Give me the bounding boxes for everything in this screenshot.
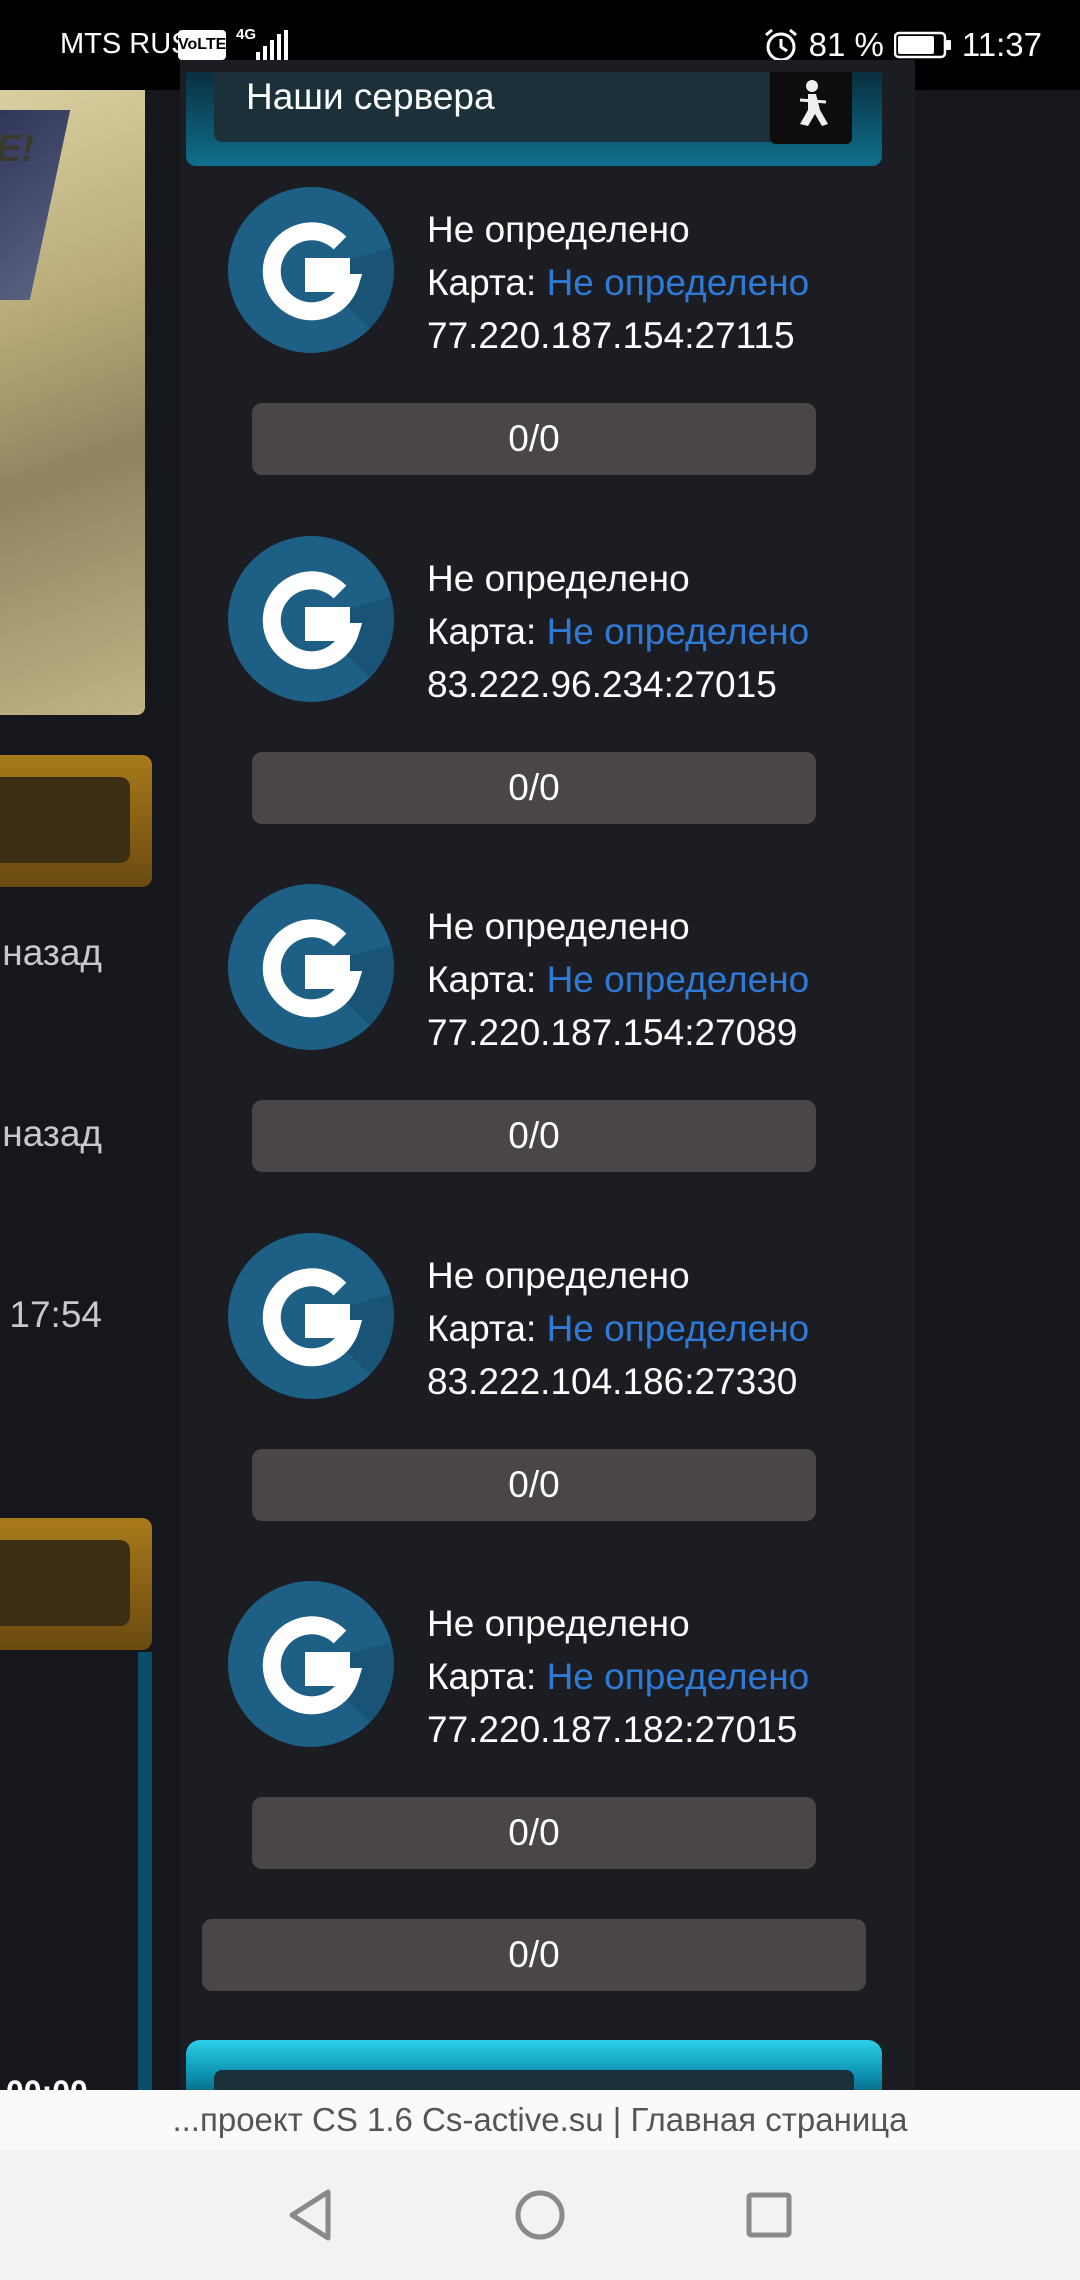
server-address[interactable]: 83.222.96.234:27015 [427,658,809,711]
banner-text: E! [0,128,34,170]
left-stripe [138,1652,152,2092]
server-address[interactable]: 77.220.187.182:27015 [427,1703,809,1756]
server-address[interactable]: 83.222.104.186:27330 [427,1355,809,1408]
server-info: Не определено Карта: Не определено 77.22… [427,203,809,362]
left-gold-button-1[interactable] [0,755,152,887]
left-time-text-2: назад [2,1113,102,1154]
server-map: Карта: Не определено [427,262,810,303]
right-margin [915,90,1080,2090]
battery-icon [893,31,951,59]
alarm-icon [764,28,797,62]
signal-icon [256,30,288,60]
battery-percent: 81 % [808,26,884,63]
server-map: Карта: Не определено [427,1308,810,1349]
soldier-icon [799,80,828,126]
game-logo-icon [228,884,394,1050]
map-link[interactable]: Не определено [547,262,810,303]
clock: 11:37 [961,26,1042,63]
server-info: Не определено Карта: Не определено 83.22… [427,1249,809,1408]
players-bar: 0/0 [252,1100,816,1172]
left-time-text-1: назад [2,932,102,973]
total-players-bar: 0/0 [202,1919,866,1991]
server-name: Не определено [427,1603,690,1644]
servers-panel [180,60,915,2090]
server-info: Не определено Карта: Не определено 77.22… [427,1597,809,1756]
server-map: Карта: Не определено [427,1656,810,1697]
server-name: Не определено [427,209,690,250]
server-info: Не определено Карта: Не определено 77.22… [427,900,809,1059]
server-name: Не определено [427,558,690,599]
players-bar: 0/0 [252,1449,816,1521]
app-root: MTS RUS VoLTE 4G 81 % 11:37 ! назад наза… [0,0,1080,2280]
back-icon[interactable] [270,2180,350,2250]
servers-title: Наши сервера [246,76,495,117]
game-logo-icon [228,187,394,353]
network-type: 4G [236,26,257,43]
recents-icon[interactable] [729,2180,809,2250]
banner-image[interactable]: E! [0,90,145,715]
players-bar: 0/0 [252,403,816,475]
carrier-name: MTS RUS [60,28,191,60]
server-map: Карта: Не определено [427,959,810,1000]
left-time-text-3: 17:54 [9,1294,102,1335]
players-bar: 0/0 [252,1797,816,1869]
map-link[interactable]: Не определено [547,1308,810,1349]
map-link[interactable]: Не определено [547,1656,810,1697]
server-name: Не определено [427,1255,690,1296]
volte-badge: VoLTE [178,30,226,60]
server-address[interactable]: 77.220.187.154:27089 [427,1006,809,1059]
navigation-bar [0,2150,1080,2280]
cs-icon-box [770,72,852,144]
server-info: Не определено Карта: Не определено 83.22… [427,552,809,711]
home-icon[interactable] [500,2180,580,2250]
status-right: 81 % 11:37 [763,26,1042,64]
game-logo-icon [228,536,394,702]
map-link[interactable]: Не определено [547,959,810,1000]
map-link[interactable]: Не определено [547,611,810,652]
server-map: Карта: Не определено [427,611,810,652]
game-logo-icon [228,1581,394,1747]
browser-title-bar[interactable]: ...проект CS 1.6 Cs-active.su | Главная … [0,2090,1080,2150]
game-logo-icon [228,1233,394,1399]
players-bar: 0/0 [252,752,816,824]
server-address[interactable]: 77.220.187.154:27115 [427,309,809,362]
server-name: Не определено [427,906,690,947]
left-gold-button-2[interactable] [0,1518,152,1650]
